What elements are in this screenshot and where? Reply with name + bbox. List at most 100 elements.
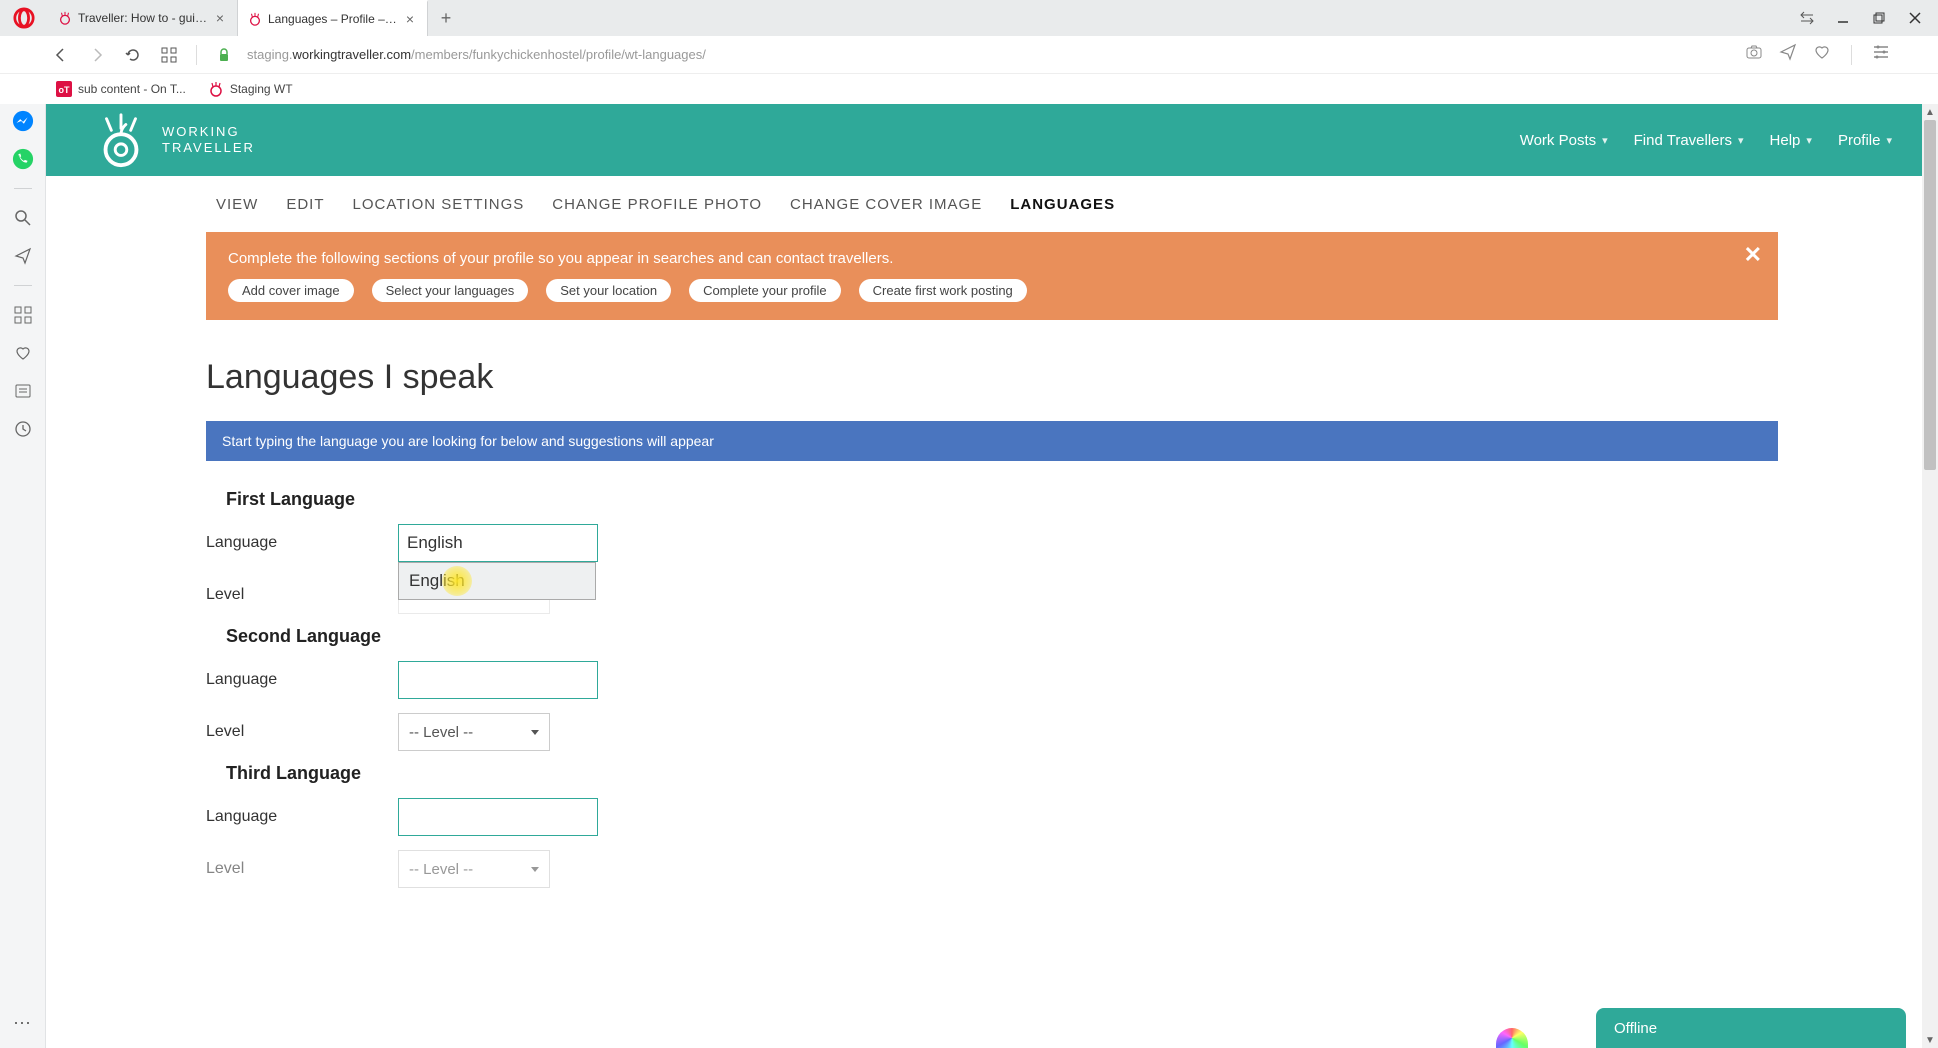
site-header: WORKING TRAVELLER Work Posts▾ Find Trave… bbox=[46, 104, 1938, 176]
label-level: Level bbox=[206, 723, 398, 741]
divider bbox=[14, 285, 32, 286]
label-level: Level bbox=[206, 586, 398, 604]
divider bbox=[196, 45, 197, 65]
news-icon[interactable] bbox=[12, 380, 34, 402]
heart-icon[interactable] bbox=[1813, 43, 1831, 66]
caret-down-icon bbox=[531, 867, 539, 872]
page-title: Languages I speak bbox=[206, 358, 1778, 397]
pill-add-cover-image[interactable]: Add cover image bbox=[228, 279, 354, 302]
browser-tab-active[interactable]: Languages – Profile – John × bbox=[238, 0, 428, 36]
label-language: Language bbox=[206, 808, 398, 826]
alert-message: Complete the following sections of your … bbox=[228, 250, 1756, 267]
first-language-input[interactable] bbox=[398, 524, 598, 562]
whatsapp-icon[interactable] bbox=[12, 148, 34, 170]
bookmarks-icon[interactable] bbox=[12, 342, 34, 364]
alert-close-icon[interactable]: ✕ bbox=[1744, 242, 1762, 268]
second-language-input[interactable] bbox=[398, 661, 598, 699]
opera-menu-button[interactable] bbox=[0, 0, 48, 36]
extensions-icon[interactable] bbox=[12, 304, 34, 326]
bookmark-item[interactable]: oT sub content - On T... bbox=[56, 81, 186, 97]
tab-close-icon[interactable]: × bbox=[403, 12, 417, 26]
info-bar: Start typing the language you are lookin… bbox=[206, 421, 1778, 461]
bookmark-favicon-icon bbox=[208, 81, 224, 97]
send-icon[interactable] bbox=[12, 245, 34, 267]
speed-dial-icon[interactable] bbox=[156, 42, 182, 68]
bookmark-favicon-icon: oT bbox=[56, 81, 72, 97]
tabs-menu-icon[interactable] bbox=[1798, 9, 1816, 27]
favicon-icon bbox=[58, 11, 72, 25]
nav-work-posts[interactable]: Work Posts▾ bbox=[1520, 132, 1608, 149]
pill-create-work-posting[interactable]: Create first work posting bbox=[859, 279, 1027, 302]
send-icon[interactable] bbox=[1779, 43, 1797, 66]
section-first-language: First Language bbox=[226, 489, 1778, 510]
close-icon[interactable] bbox=[1906, 9, 1924, 27]
snapshot-icon[interactable] bbox=[1745, 43, 1763, 66]
pill-select-languages[interactable]: Select your languages bbox=[372, 279, 529, 302]
tab-view[interactable]: VIEW bbox=[216, 196, 258, 213]
address-bar[interactable]: staging.workingtraveller.com/members/fun… bbox=[247, 47, 1735, 62]
caret-down-icon bbox=[531, 730, 539, 735]
tab-close-icon[interactable]: × bbox=[213, 11, 227, 25]
label-language: Language bbox=[206, 671, 398, 689]
reload-button[interactable] bbox=[120, 42, 146, 68]
nav-help[interactable]: Help▾ bbox=[1770, 132, 1812, 149]
tab-edit[interactable]: EDIT bbox=[286, 196, 324, 213]
chevron-down-icon: ▾ bbox=[1602, 134, 1608, 147]
divider bbox=[14, 188, 32, 189]
chevron-down-icon: ▾ bbox=[1806, 134, 1812, 147]
lock-icon[interactable] bbox=[211, 42, 237, 68]
tab-languages[interactable]: LANGUAGES bbox=[1010, 196, 1115, 213]
history-icon[interactable] bbox=[12, 418, 34, 440]
svg-text:oT: oT bbox=[59, 85, 70, 95]
sidebar-rail: ⋯ bbox=[0, 104, 46, 1048]
page-content: WORKING TRAVELLER Work Posts▾ Find Trave… bbox=[46, 104, 1938, 1048]
scroll-down-icon[interactable]: ▼ bbox=[1922, 1032, 1938, 1048]
favicon-icon bbox=[248, 12, 262, 26]
tab-change-profile-photo[interactable]: CHANGE PROFILE PHOTO bbox=[552, 196, 762, 213]
search-icon[interactable] bbox=[12, 207, 34, 229]
color-wheel-icon[interactable] bbox=[1496, 1028, 1528, 1048]
tab-title: Languages – Profile – John bbox=[268, 12, 397, 26]
third-language-input[interactable] bbox=[398, 798, 598, 836]
nav-profile[interactable]: Profile▾ bbox=[1838, 132, 1892, 149]
autocomplete-dropdown: English bbox=[398, 562, 596, 600]
pill-complete-profile[interactable]: Complete your profile bbox=[689, 279, 841, 302]
more-icon[interactable]: ⋯ bbox=[13, 1013, 32, 1034]
site-logo[interactable]: WORKING TRAVELLER bbox=[92, 111, 255, 169]
label-level: Level bbox=[206, 860, 398, 878]
chevron-down-icon: ▾ bbox=[1886, 134, 1892, 147]
forward-button[interactable] bbox=[84, 42, 110, 68]
browser-toolbar: staging.workingtraveller.com/members/fun… bbox=[0, 36, 1938, 74]
tab-change-cover-image[interactable]: CHANGE COVER IMAGE bbox=[790, 196, 982, 213]
minimize-icon[interactable] bbox=[1834, 9, 1852, 27]
scrollbar[interactable]: ▲ ▼ bbox=[1922, 104, 1938, 1048]
browser-titlebar: Traveller: How to - guides × Languages –… bbox=[0, 0, 1938, 36]
third-level-select[interactable]: -- Level -- bbox=[398, 850, 550, 888]
maximize-icon[interactable] bbox=[1870, 9, 1888, 27]
browser-tab-inactive[interactable]: Traveller: How to - guides × bbox=[48, 0, 238, 36]
bookmarks-bar: oT sub content - On T... Staging WT bbox=[0, 74, 1938, 104]
divider bbox=[1851, 45, 1852, 65]
new-tab-button[interactable]: + bbox=[428, 0, 464, 36]
messenger-icon[interactable] bbox=[12, 110, 34, 132]
pill-set-location[interactable]: Set your location bbox=[546, 279, 671, 302]
second-level-select[interactable]: -- Level -- bbox=[398, 713, 550, 751]
section-second-language: Second Language bbox=[226, 626, 1778, 647]
section-third-language: Third Language bbox=[226, 763, 1778, 784]
autocomplete-option[interactable]: English bbox=[399, 563, 595, 599]
logo-icon bbox=[92, 111, 150, 169]
chat-widget[interactable]: Offline bbox=[1596, 1008, 1906, 1048]
site-nav: Work Posts▾ Find Travellers▾ Help▾ Profi… bbox=[1520, 132, 1892, 149]
window-controls bbox=[1798, 0, 1938, 36]
tab-location-settings[interactable]: LOCATION SETTINGS bbox=[353, 196, 525, 213]
back-button[interactable] bbox=[48, 42, 74, 68]
scrollbar-thumb[interactable] bbox=[1924, 120, 1936, 470]
chevron-down-icon: ▾ bbox=[1738, 134, 1744, 147]
scroll-up-icon[interactable]: ▲ bbox=[1922, 104, 1938, 120]
profile-tabs: VIEW EDIT LOCATION SETTINGS CHANGE PROFI… bbox=[46, 176, 1938, 232]
bookmark-item[interactable]: Staging WT bbox=[208, 81, 293, 97]
easy-setup-icon[interactable] bbox=[1872, 43, 1890, 66]
label-language: Language bbox=[206, 534, 398, 552]
nav-find-travellers[interactable]: Find Travellers▾ bbox=[1634, 132, 1744, 149]
profile-completion-alert: ✕ Complete the following sections of you… bbox=[206, 232, 1778, 320]
